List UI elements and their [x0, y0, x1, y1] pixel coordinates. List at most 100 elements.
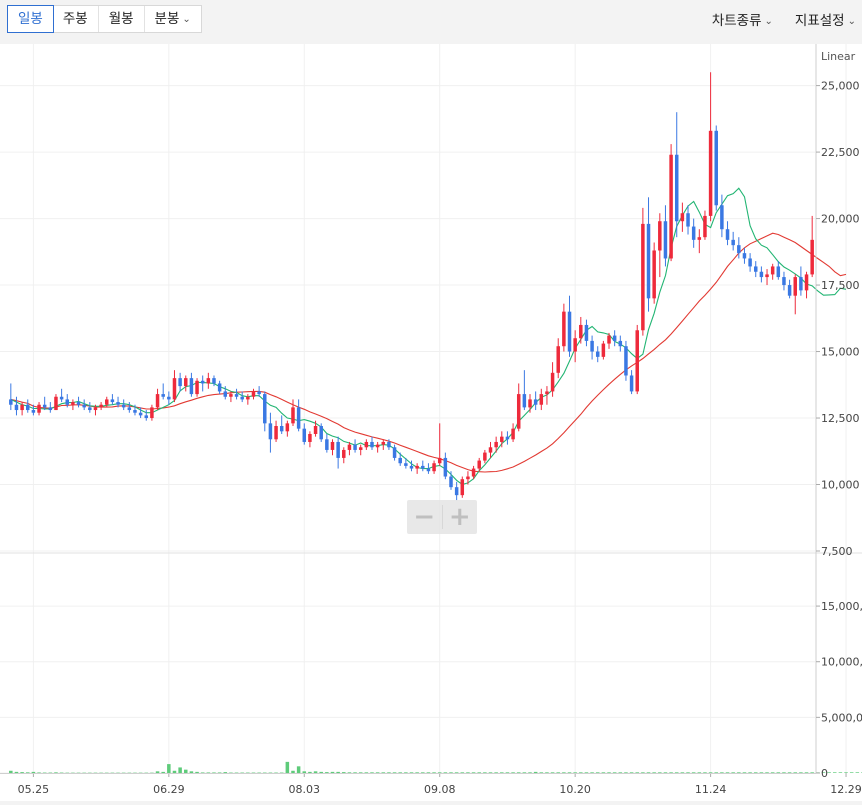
- candle: [652, 242, 656, 304]
- candle-body: [263, 394, 267, 424]
- candle-body: [765, 274, 769, 278]
- period-minute-dropdown[interactable]: 분봉 ⌄: [145, 6, 201, 32]
- candle-body: [522, 394, 527, 408]
- volume-bar: [471, 772, 476, 773]
- volume-bar: [195, 771, 199, 773]
- candle-body: [579, 324, 583, 339]
- volume-bar: [409, 772, 414, 773]
- candle-body: [697, 237, 702, 240]
- candle: [121, 399, 126, 411]
- price-tick-label: 12,500: [821, 412, 860, 425]
- period-monthly-button[interactable]: 월봉: [99, 6, 145, 32]
- volume-bar: [466, 772, 470, 773]
- candle: [539, 388, 544, 411]
- candle-body: [172, 378, 177, 400]
- candle: [274, 420, 278, 442]
- volume-bar: [291, 770, 295, 773]
- candle: [59, 388, 64, 403]
- candle-body: [404, 463, 408, 466]
- period-weekly-button[interactable]: 주봉: [53, 6, 99, 32]
- volume-bar: [731, 772, 735, 773]
- candle: [505, 431, 510, 445]
- candle: [765, 269, 769, 286]
- candle-body: [268, 423, 273, 440]
- chart-type-label: 차트종류: [711, 13, 762, 29]
- volume-bar: [522, 772, 527, 773]
- candle-body: [308, 433, 312, 442]
- volume-bar: [404, 772, 408, 773]
- candle-body: [381, 441, 386, 445]
- chart-area[interactable]: Linear 25,000 22,500 20,000 17,500 15,000 12,5…: [0, 44, 862, 801]
- volume-bar: [263, 772, 267, 774]
- volume-bar: [838, 772, 843, 773]
- price-volume-chart[interactable]: Linear 25,000 22,500 20,000 17,500 15,000 12,5…: [0, 44, 862, 801]
- candle-body: [184, 378, 188, 387]
- candle-body: [494, 441, 498, 448]
- candle: [601, 340, 606, 360]
- candle: [573, 330, 577, 363]
- zoom-in-button[interactable]: +: [443, 500, 478, 534]
- candle-body: [167, 396, 171, 400]
- candle: [308, 431, 312, 448]
- candle: [161, 383, 165, 400]
- candle-body: [680, 213, 685, 222]
- volume-bar: [748, 772, 752, 773]
- candle: [342, 447, 346, 464]
- candle-body: [398, 457, 402, 464]
- price-tick-label: 25,000: [821, 80, 860, 93]
- candle: [731, 231, 735, 251]
- candle: [720, 194, 724, 238]
- candle: [200, 375, 205, 392]
- candle-body: [65, 399, 70, 405]
- volume-tick-label: 15,000,000: [821, 600, 862, 613]
- candle: [392, 444, 397, 461]
- candle-body: [505, 436, 510, 440]
- candle: [325, 433, 329, 453]
- candle: [263, 391, 267, 432]
- candle-body: [217, 383, 222, 392]
- volume-bar: [54, 772, 58, 773]
- volume-bar: [810, 772, 814, 773]
- candle-body: [138, 412, 143, 416]
- volume-bar: [268, 772, 273, 774]
- candle: [184, 375, 188, 392]
- candle: [375, 441, 380, 453]
- volume-bar: [342, 772, 346, 773]
- candle-body: [88, 407, 92, 411]
- volume-bar: [42, 772, 47, 774]
- candle: [708, 72, 713, 222]
- volume-bar: [618, 772, 623, 773]
- volume-bar: [330, 771, 335, 773]
- candle-body: [500, 436, 504, 442]
- candle-body: [612, 335, 617, 341]
- indicator-settings-dropdown[interactable]: 지표설정 ⌄: [795, 9, 856, 29]
- chevron-down-icon: ⌄: [182, 14, 191, 25]
- candle-body: [223, 391, 228, 397]
- volume-bar: [641, 772, 645, 773]
- chart-type-dropdown[interactable]: 차트종류 ⌄: [712, 9, 773, 29]
- chevron-down-icon: ⌄: [847, 16, 856, 27]
- candle-body: [550, 372, 555, 392]
- volume-bar: [296, 766, 301, 773]
- volume-bar: [691, 772, 696, 773]
- volume-bar: [14, 771, 19, 773]
- volume-bar: [674, 772, 679, 773]
- volume-bar: [223, 772, 228, 773]
- candle-body: [488, 447, 493, 453]
- candle: [167, 391, 171, 405]
- candle-body: [804, 274, 809, 291]
- period-daily-button[interactable]: 일봉: [7, 5, 54, 33]
- candle-body: [674, 154, 679, 222]
- candle-body: [150, 407, 154, 419]
- candle-body: [511, 428, 515, 440]
- scale-label: Linear: [821, 50, 856, 63]
- volume-bar: [624, 772, 628, 773]
- volume-bar: [787, 772, 792, 773]
- candle: [217, 380, 222, 395]
- candle: [54, 394, 58, 411]
- volume-bar: [658, 772, 662, 773]
- candle-body: [731, 239, 735, 246]
- zoom-out-button[interactable]: −: [407, 500, 442, 534]
- candle: [14, 396, 19, 416]
- volume-bar: [742, 772, 747, 773]
